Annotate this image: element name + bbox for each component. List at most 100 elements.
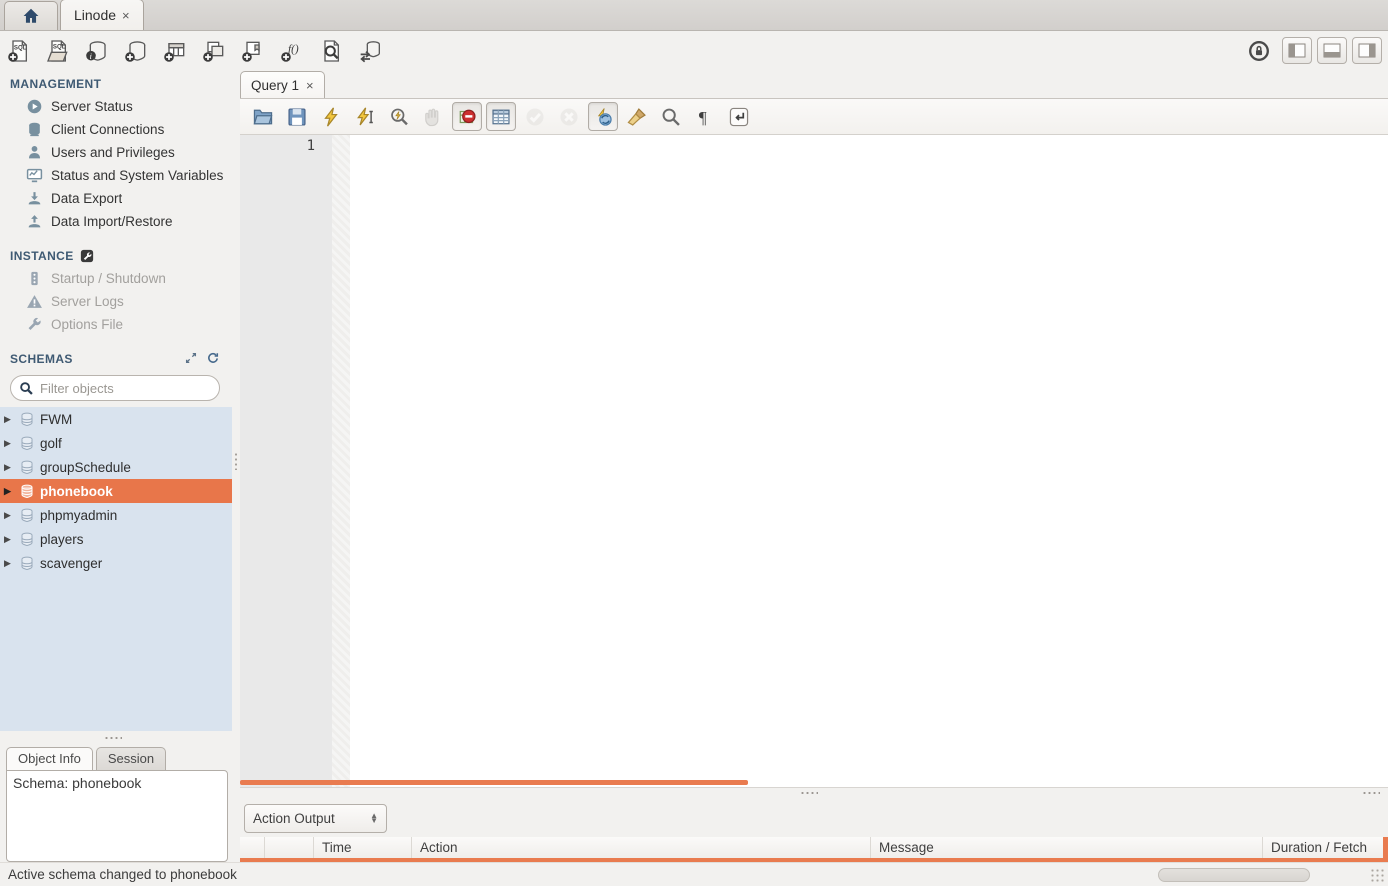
output-table-header: TimeActionMessageDuration / Fetch (240, 837, 1388, 862)
search-table-data-button[interactable] (318, 38, 344, 64)
expander-icon[interactable]: ▶ (4, 534, 14, 545)
schema-row-phpmyadmin[interactable]: ▶ phpmyadmin (0, 503, 232, 527)
create-schema-icon (124, 39, 148, 63)
show-invisibles-button[interactable]: ¶ (690, 102, 720, 131)
create-procedure-button[interactable] (240, 38, 266, 64)
editor-hscrollbar[interactable] (240, 780, 748, 785)
limit-rows-toggle-button[interactable] (486, 102, 516, 131)
output-column-blank-0[interactable] (240, 837, 265, 858)
sidebar-item-server-status[interactable]: Server Status (0, 95, 232, 118)
schema-name: golf (40, 436, 62, 451)
sidebar-item-users-and-privileges[interactable]: Users and Privileges (0, 141, 232, 164)
expander-icon[interactable]: ▶ (4, 510, 14, 521)
output-column-duration-fetch[interactable]: Duration / Fetch (1263, 837, 1388, 858)
server-logs-icon (26, 293, 43, 310)
open-script-icon (252, 106, 274, 128)
sidebar-item-client-connections[interactable]: Client Connections (0, 118, 232, 141)
sidebar-item-data-export[interactable]: Data Export (0, 187, 232, 210)
tab-session[interactable]: Session (96, 747, 166, 770)
schema-row-players[interactable]: ▶players (0, 527, 232, 551)
stop-execution-button (418, 102, 448, 131)
nav-item-label: Data Import/Restore (51, 214, 173, 229)
schema-db-icon (19, 483, 35, 499)
schema-row-groupschedule[interactable]: ▶ groupSchedule (0, 455, 232, 479)
create-schema-button[interactable] (123, 38, 149, 64)
beautify-script-icon (626, 106, 648, 128)
sidebar-splitter[interactable] (232, 70, 240, 862)
schema-row-fwm[interactable]: ▶FWM (0, 407, 232, 431)
create-view-button[interactable] (201, 38, 227, 64)
query-tab-close-icon[interactable]: × (306, 78, 314, 93)
connection-tab-close-icon[interactable]: × (122, 8, 130, 23)
toggle-left-panel-button[interactable] (1282, 37, 1312, 64)
home-tab[interactable] (4, 1, 58, 30)
execute-current-statement-button[interactable] (350, 102, 380, 131)
open-script-button[interactable] (248, 102, 278, 131)
expander-icon[interactable]: ▶ (4, 462, 14, 473)
nav-item-label: Server Logs (51, 294, 124, 309)
execute-button[interactable] (316, 102, 346, 131)
schema-row-scavenger[interactable]: ▶scavenger (0, 551, 232, 575)
instance-section-title: INSTANCE (0, 242, 232, 267)
schema-row-phonebook[interactable]: ▶phonebook (0, 479, 232, 503)
query-tab-bar: Query 1 × (240, 70, 1388, 98)
query-tab[interactable]: Query 1 × (240, 71, 325, 98)
expand-schemas-icon[interactable] (184, 351, 198, 365)
autocommit-toggle-icon (592, 106, 614, 128)
schema-filter-input[interactable] (40, 381, 216, 396)
explain-plan-button[interactable] (384, 102, 414, 131)
sidebar-item-status-and-system-variables[interactable]: Status and System Variables (0, 164, 232, 187)
save-script-button[interactable] (282, 102, 312, 131)
beautify-script-button[interactable] (622, 102, 652, 131)
output-column-time[interactable]: Time (314, 837, 412, 858)
schemas-section-title: SCHEMAS (0, 345, 184, 370)
panel-bottom-icon (1323, 43, 1341, 58)
output-vscrollbar[interactable] (1383, 837, 1388, 862)
schema-inspector-button[interactable]: i (84, 38, 110, 64)
data-import-icon (26, 213, 43, 230)
output-column-blank-1[interactable] (265, 837, 314, 858)
tab-object-info[interactable]: Object Info (6, 747, 93, 770)
nav-item-label: Status and System Variables (51, 168, 223, 183)
create-table-button[interactable] (162, 38, 188, 64)
expander-icon[interactable]: ▶ (4, 438, 14, 449)
query-toolbar: ¶ (240, 98, 1388, 135)
toggle-right-panel-button[interactable] (1352, 37, 1382, 64)
autocommit-toggle-button[interactable] (588, 102, 618, 131)
output-selector-dropdown[interactable]: Action Output ▲▼ (244, 804, 387, 833)
output-splitter[interactable] (240, 787, 1388, 799)
object-info-splitter[interactable] (0, 731, 232, 744)
reconnect-dbms-icon (358, 39, 382, 63)
expander-icon[interactable]: ▶ (4, 558, 14, 569)
output-column-action[interactable]: Action (412, 837, 871, 858)
new-query-tab-button[interactable]: SQL (6, 38, 32, 64)
refresh-schemas-icon[interactable] (206, 351, 220, 365)
stop-on-error-toggle-button[interactable] (452, 102, 482, 131)
create-procedure-icon (241, 39, 265, 63)
schema-name: groupSchedule (40, 460, 131, 475)
sql-editor[interactable]: 1 (240, 135, 1388, 787)
create-function-button[interactable]: f() (279, 38, 305, 64)
wrap-text-button[interactable] (724, 102, 754, 131)
toggle-bottom-panel-button[interactable] (1317, 37, 1347, 64)
find-button[interactable] (656, 102, 686, 131)
output-column-message[interactable]: Message (871, 837, 1263, 858)
sidebar-item-server-logs[interactable]: Server Logs (0, 290, 232, 313)
create-view-icon (202, 39, 226, 63)
sidebar-item-options-file[interactable]: Options File (0, 313, 232, 336)
window-resize-grip[interactable] (1370, 868, 1384, 882)
expander-icon[interactable]: ▶ (4, 414, 14, 425)
sidebar-item-startup-shutdown[interactable]: Startup / Shutdown (0, 267, 232, 290)
svg-text:SQL: SQL (14, 44, 27, 51)
schema-name: phpmyadmin (40, 508, 117, 523)
schema-filter-box[interactable] (10, 375, 220, 401)
sidebar-item-data-import-restore[interactable]: Data Import/Restore (0, 210, 232, 233)
connection-tab[interactable]: Linode × (60, 0, 144, 30)
schema-row-golf[interactable]: ▶ golf (0, 431, 232, 455)
line-number: 1 (307, 138, 315, 154)
commit-button (520, 102, 550, 131)
expander-icon[interactable]: ▶ (4, 486, 14, 497)
editor-text-area[interactable] (350, 135, 1388, 787)
open-sql-script-button[interactable]: SQL (45, 38, 71, 64)
reconnect-dbms-button[interactable] (357, 38, 383, 64)
